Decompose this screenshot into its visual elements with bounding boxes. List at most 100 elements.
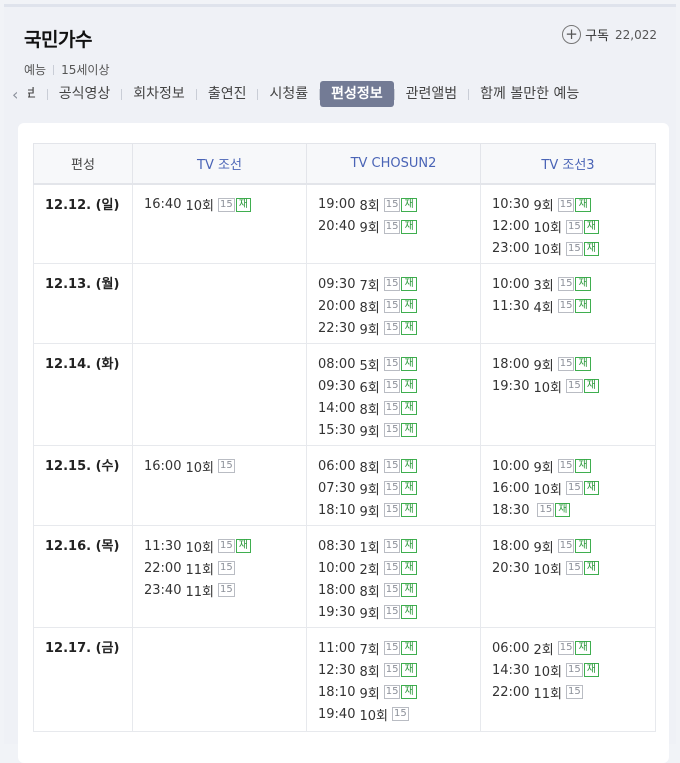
broadcast-slot: 23:00 10회 15 재 (492, 238, 655, 260)
age-rating-badge: 15 (557, 197, 575, 212)
slot-episode: 11회 (185, 562, 214, 578)
broadcast-slot: 16:00 10회 15 재 (492, 477, 655, 499)
schedule-row: 12.14. (화) 08:00 5회 15 재 09:30 6회 15 재 14:00 8회 15 재… (33, 343, 656, 446)
broadcast-slot: 10:00 3회 15 재 (492, 273, 655, 295)
age-rating-badge: 15 (557, 277, 575, 291)
schedule-cell: 08:30 1회 15 재 10:00 2회 15 재 18:00 8회 15 재 19:30 9회 15 재 (306, 525, 481, 628)
program-meta: 예능 15세이상 (24, 61, 109, 78)
slot-time: 08:00 (318, 356, 356, 372)
schedule-row: 12.15. (수) 16:00 10회 15 06:00 8회 15 재 07:30 9회 15 재… (33, 445, 656, 526)
slot-episode: 8회 (359, 584, 380, 600)
broadcast-slot: 11:30 4회 15 재 (492, 295, 655, 317)
broadcast-slot: 20:40 9회 15 재 (318, 216, 480, 238)
broadcast-slot: 22:00 11회 15 (144, 557, 306, 579)
age-rating-badge: 15 (383, 583, 401, 597)
schedule-date: 12.17. (금) (33, 627, 133, 732)
slot-episode: 4회 (533, 300, 554, 316)
broadcast-slot: 16:40 10회 15 재 (144, 194, 306, 216)
slot-episode: 9회 (533, 358, 554, 374)
rerun-badge: 재 (575, 459, 591, 473)
slot-episode: 10회 (185, 199, 214, 214)
slot-episode: 9회 (359, 504, 380, 520)
schedule-row: 12.16. (목) 11:30 10회 15 재 22:00 11회 15 23:40 11회 1… (33, 525, 656, 628)
channel-header: TV 조선 (132, 143, 307, 185)
slot-episode: 10회 (533, 664, 562, 680)
slot-episode: 10회 (185, 460, 214, 476)
age-rating-badge: 15 (383, 663, 401, 677)
slot-time: 11:30 (492, 298, 530, 314)
slot-time: 18:10 (318, 502, 356, 518)
genre-label: 예능 (24, 63, 47, 77)
slot-time: 18:00 (318, 582, 356, 598)
slot-episode: 11회 (533, 686, 562, 702)
schedule-date: 12.15. (수) (33, 445, 133, 526)
slot-episode: 3회 (533, 278, 554, 294)
schedule-row: 12.12. (일) 16:40 10회 15 재 19:00 8회 15 재 20:40 9회 15… (33, 183, 656, 264)
plus-icon: + (562, 25, 582, 44)
tab-2[interactable]: 회차정보 (122, 81, 196, 107)
schedule-date: 12.14. (화) (33, 343, 133, 446)
chevron-left-icon[interactable]: ‹ (12, 85, 26, 104)
slot-time: 20:00 (318, 298, 356, 314)
rerun-badge: 재 (401, 321, 417, 335)
tab-7[interactable]: 함께 볼만한 예능 (469, 81, 590, 107)
age-rating-badge: 15 (383, 197, 401, 212)
rerun-badge: 재 (575, 277, 591, 291)
age-rating-badge: 15 (565, 379, 583, 393)
rerun-badge: 재 (583, 561, 599, 575)
age-rating-badge: 15 (383, 561, 401, 575)
slot-time: 18:30 (492, 502, 530, 518)
broadcast-slot: 20:30 10회 15 재 (492, 557, 655, 579)
slot-time: 12:30 (318, 662, 356, 678)
age-rating-badge: 15 (383, 219, 401, 234)
tab-bar: ‹ 정보 공식영상 회차정보 출연진 시청률 편성정보 관련앨범 함께 볼만한 예능 (12, 80, 676, 108)
broadcast-slot: 12:00 10회 15 재 (492, 216, 655, 238)
tab-1[interactable]: 공식영상 (48, 81, 122, 107)
age-rating-badge: 15 (565, 481, 583, 495)
broadcast-slot: 23:40 11회 15 (144, 579, 306, 601)
broadcast-slot: 22:30 9회 15 재 (318, 317, 480, 339)
subscribe-button[interactable]: + 구독 22,022 (562, 25, 657, 44)
broadcast-slot: 08:30 1회 15 재 (318, 535, 480, 557)
slot-time: 22:00 (144, 560, 182, 576)
age-rating-badge: 15 (557, 459, 575, 473)
tab-4[interactable]: 시청률 (258, 81, 319, 107)
schedule-cell: 08:00 5회 15 재 09:30 6회 15 재 14:00 8회 15 재 15:30 9회 15 재 (306, 343, 481, 446)
age-rating-badge: 15 (383, 605, 401, 619)
slot-time: 23:00 (492, 241, 530, 256)
age-rating-badge: 15 (383, 503, 401, 517)
slot-episode: 1회 (359, 540, 380, 556)
rerun-badge: 재 (401, 605, 417, 619)
slot-episode: 6회 (359, 380, 380, 396)
rerun-badge: 재 (401, 663, 417, 677)
slot-time: 15:30 (318, 422, 356, 438)
slot-episode: 9회 (533, 540, 554, 556)
slot-episode: 7회 (359, 642, 380, 658)
age-rating-badge: 15 (383, 539, 401, 553)
broadcast-slot: 14:30 10회 15 재 (492, 659, 655, 681)
rerun-badge: 재 (575, 539, 591, 553)
slot-time: 10:30 (492, 197, 530, 212)
broadcast-slot: 18:00 9회 15 재 (492, 535, 655, 557)
age-rating-badge: 15 (565, 685, 583, 699)
age-rating-badge: 15 (565, 561, 583, 575)
tab-5[interactable]: 편성정보 (320, 81, 394, 107)
slot-time: 19:00 (318, 197, 356, 212)
broadcast-slot: 07:30 9회 15 재 (318, 477, 480, 499)
tab-3[interactable]: 출연진 (197, 81, 258, 107)
slot-episode: 2회 (359, 562, 380, 578)
subscribe-label: 구독 (585, 29, 609, 44)
broadcast-slot: 10:00 9회 15 재 (492, 455, 655, 477)
schedule-cell: 16:40 10회 15 재 (132, 183, 307, 264)
age-rating-badge: 15 (537, 503, 555, 517)
rerun-badge: 재 (401, 481, 417, 495)
rerun-badge: 재 (575, 197, 591, 212)
slot-episode: 8회 (359, 300, 380, 316)
slot-time: 19:30 (318, 604, 356, 620)
broadcast-slot: 10:00 2회 15 재 (318, 557, 480, 579)
broadcast-slot: 20:00 8회 15 재 (318, 295, 480, 317)
tab-6[interactable]: 관련앨범 (395, 81, 469, 107)
schedule-cell: 10:00 3회 15 재 11:30 4회 15 재 (480, 263, 656, 344)
slot-time: 16:00 (144, 458, 182, 474)
broadcast-slot: 06:00 2회 15 재 (492, 637, 655, 659)
